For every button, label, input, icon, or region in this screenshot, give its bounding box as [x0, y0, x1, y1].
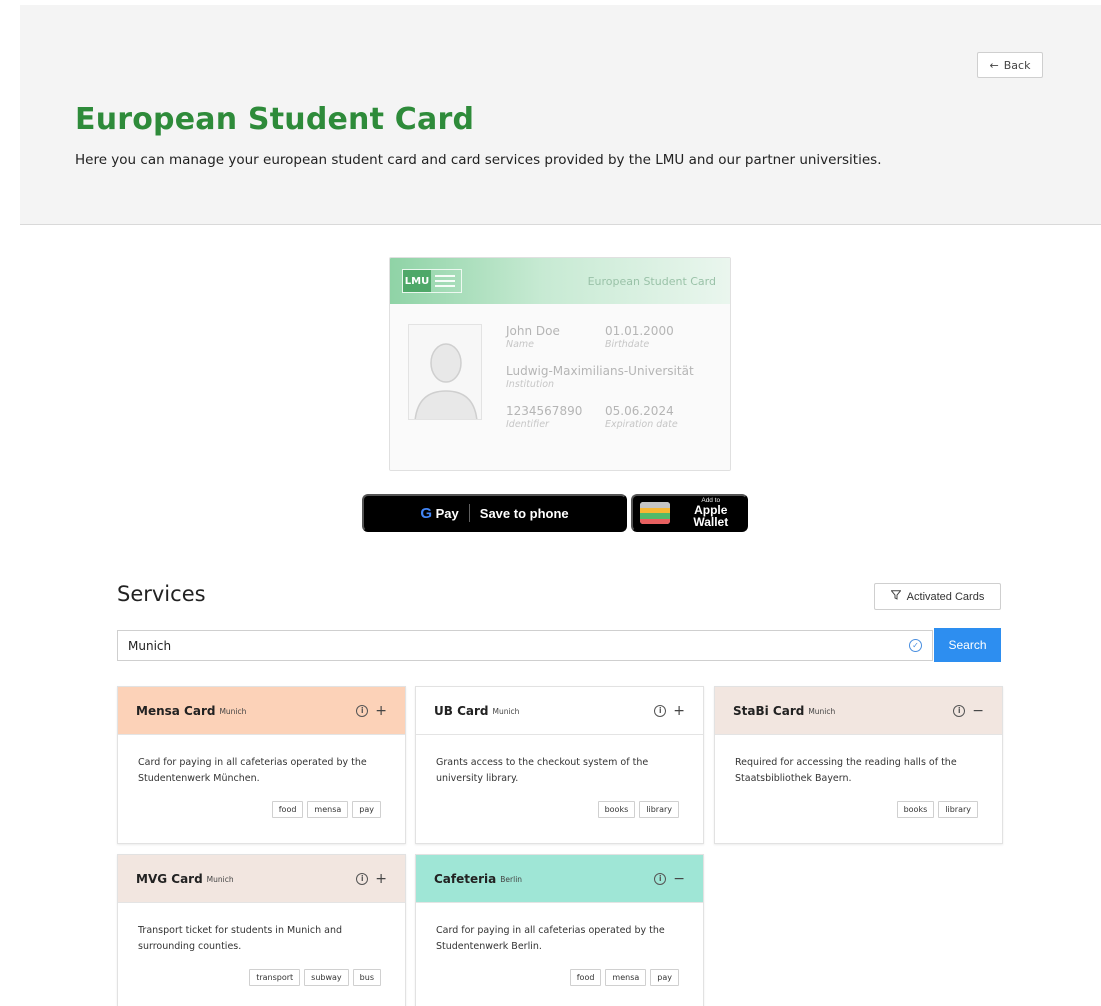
service-card-stabi: StaBi Card Munich i − Required for acces… — [714, 686, 1003, 844]
service-city: Munich — [219, 707, 247, 716]
tag: library — [639, 801, 679, 818]
service-name: Mensa Card — [136, 703, 216, 718]
card-type-label: European Student Card — [587, 275, 716, 288]
google-pay-save-button[interactable]: G Pay Save to phone — [362, 494, 627, 532]
search-input[interactable] — [128, 638, 909, 653]
service-card-mvg: MVG Card Munich i + Transport ticket for… — [117, 854, 406, 1006]
tag: books — [896, 801, 935, 818]
identifier-field: 1234567890 Identifier — [506, 404, 583, 430]
apple-wallet-icon — [640, 502, 670, 524]
expiration-field: 05.06.2024 Expiration date — [605, 404, 678, 430]
service-tags: transport subway bus — [118, 969, 405, 986]
service-card-ub: UB Card Munich i + Grants access to the … — [415, 686, 704, 844]
arrow-left-icon: ← — [989, 58, 999, 72]
page-subtitle: Here you can manage your european studen… — [75, 152, 882, 168]
back-label: Back — [1003, 58, 1031, 72]
lmu-logo: LMU — [402, 269, 462, 293]
lmu-logo-text: LMU — [403, 270, 431, 292]
tag: bus — [352, 969, 381, 986]
service-tags: books library — [715, 801, 1002, 818]
search-button[interactable]: Search — [934, 628, 1001, 662]
add-icon[interactable]: + — [673, 704, 685, 718]
tag: food — [271, 801, 304, 818]
student-card-preview: LMU European Student Card John Doe Name … — [389, 257, 731, 471]
services-title: Services — [117, 582, 206, 606]
activated-cards-label: Activated Cards — [906, 590, 985, 603]
tag: subway — [304, 969, 349, 986]
remove-icon[interactable]: − — [972, 704, 984, 718]
google-pay-logo-icon: G Pay — [420, 504, 459, 522]
avatar-placeholder-icon — [408, 324, 482, 420]
apple-wallet-button[interactable]: Add to Apple Wallet — [631, 494, 748, 532]
page-title: European Student Card — [75, 102, 475, 137]
service-card-header: MVG Card Munich i + — [118, 855, 405, 903]
tag: pay — [650, 969, 679, 986]
service-city: Munich — [808, 707, 836, 716]
tag: pay — [352, 801, 381, 818]
tag: transport — [249, 969, 301, 986]
tag: mensa — [307, 801, 349, 818]
tag: food — [569, 969, 602, 986]
service-description: Card for paying in all cafeterias operat… — [138, 757, 367, 784]
filter-icon — [890, 590, 902, 603]
add-icon[interactable]: + — [375, 704, 387, 718]
info-icon[interactable]: i — [654, 872, 667, 885]
institution-field: Ludwig-Maximilians-Universität Instituti… — [506, 364, 694, 390]
card-body: John Doe Name 01.01.2000 Birthdate Ludwi… — [390, 304, 730, 470]
service-name: StaBi Card — [733, 703, 805, 718]
service-card-cafeteria: Cafeteria Berlin i − Card for paying in … — [415, 854, 704, 1006]
service-description: Card for paying in all cafeterias operat… — [436, 925, 665, 952]
clear-search-icon[interactable]: ✓ — [909, 639, 922, 652]
card-top-band: LMU European Student Card — [390, 258, 730, 304]
service-card-header: Cafeteria Berlin i − — [416, 855, 703, 903]
service-tags: books library — [416, 801, 703, 818]
back-button[interactable]: ← Back — [977, 52, 1043, 78]
page-header: ← Back European Student Card Here you ca… — [20, 5, 1101, 225]
remove-icon[interactable]: − — [673, 872, 685, 886]
service-name: MVG Card — [136, 871, 203, 886]
service-tags: food mensa pay — [118, 801, 405, 818]
service-card-header: Mensa Card Munich i + — [118, 687, 405, 735]
add-icon[interactable]: + — [375, 872, 387, 886]
service-card-header: UB Card Munich i + — [416, 687, 703, 735]
service-description: Required for accessing the reading halls… — [735, 757, 957, 784]
activated-cards-filter-button[interactable]: Activated Cards — [874, 583, 1001, 610]
info-icon[interactable]: i — [356, 872, 369, 885]
tag: mensa — [605, 969, 647, 986]
tag: books — [597, 801, 636, 818]
service-card-header: StaBi Card Munich i − — [715, 687, 1002, 735]
info-icon[interactable]: i — [356, 704, 369, 717]
search-field[interactable]: ✓ — [117, 630, 933, 661]
service-tags: food mensa pay — [416, 969, 703, 986]
tag: library — [938, 801, 978, 818]
info-icon[interactable]: i — [953, 704, 966, 717]
service-name: UB Card — [434, 703, 489, 718]
service-name: Cafeteria — [434, 871, 497, 886]
birthdate-field: 01.01.2000 Birthdate — [605, 324, 674, 350]
service-card-mensa: Mensa Card Munich i + Card for paying in… — [117, 686, 406, 844]
info-icon[interactable]: i — [654, 704, 667, 717]
name-field: John Doe Name — [506, 324, 560, 350]
gpay-label: Save to phone — [479, 505, 569, 521]
apple-big-label: Apple Wallet — [693, 503, 729, 530]
service-description: Transport ticket for students in Munich … — [138, 925, 342, 952]
service-description: Grants access to the checkout system of … — [436, 757, 649, 784]
service-city: Munich — [206, 875, 234, 884]
service-city: Berlin — [500, 875, 523, 884]
service-city: Munich — [492, 707, 520, 716]
